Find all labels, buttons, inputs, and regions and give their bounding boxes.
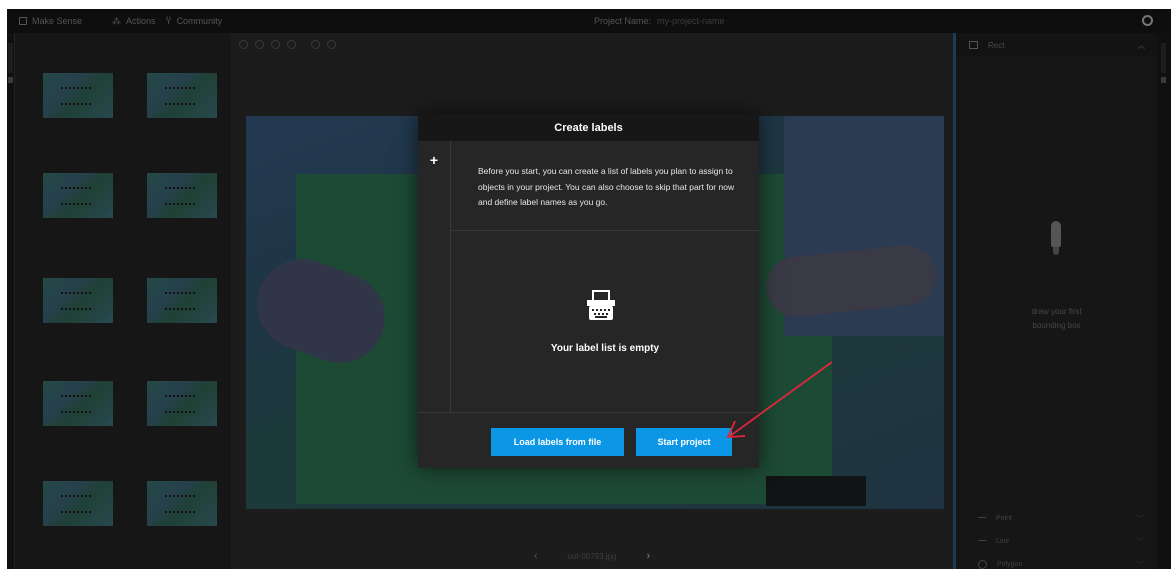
logo-icon — [19, 17, 27, 25]
image-thumbnail[interactable] — [43, 381, 113, 426]
github-icon[interactable] — [1142, 15, 1153, 26]
rect-label-header[interactable]: Rect ︿ — [956, 33, 1157, 57]
hand-icon[interactable] — [311, 39, 320, 49]
project-name-input[interactable]: my-project-name — [657, 16, 725, 26]
chevron-down-icon[interactable]: ﹀ — [1136, 560, 1143, 570]
image-navigation-bar: ‹ out-00793.jpg › — [231, 543, 953, 569]
actions-menu[interactable]: ⁂ Actions — [112, 16, 156, 27]
divider — [418, 412, 759, 413]
rect-label: Rect — [988, 40, 1005, 50]
image-filename: out-00793.jpg — [567, 551, 617, 561]
load-labels-button[interactable]: Load labels from file — [491, 428, 624, 456]
point-icon — [978, 516, 986, 521]
chevron-up-icon[interactable]: ︿ — [1137, 40, 1145, 51]
create-labels-dialog: Create labels + Before you start, you ca… — [418, 114, 759, 468]
empty-message-line: bounding box — [1032, 321, 1081, 330]
project-name: Project Name: my-project-name — [594, 16, 725, 26]
line-icon — [978, 539, 986, 544]
chevron-down-icon[interactable]: ﹀ — [1136, 514, 1143, 524]
image-thumbnail[interactable] — [147, 278, 217, 323]
label-toolbox-panel: Rect ︿ draw your first bounding box Poin… — [953, 33, 1157, 569]
typewriter-icon — [587, 290, 615, 320]
top-navigation-bar: Make Sense ⁂ Actions Ÿ Community Project… — [7, 9, 1171, 33]
image-thumbnail[interactable] — [43, 481, 113, 526]
polygon-icon — [978, 560, 987, 569]
previous-image-button[interactable]: ‹ — [534, 550, 538, 562]
empty-message-line: draw your first — [1031, 307, 1082, 316]
image-thumbnail[interactable] — [43, 278, 113, 323]
actions-label: Actions — [126, 16, 156, 26]
brand-label: Make Sense — [32, 16, 83, 26]
zoom-fit-icon[interactable] — [271, 39, 280, 49]
label-type-line[interactable]: Line ﹀ — [956, 530, 1157, 553]
divider — [451, 230, 759, 231]
label-type-point[interactable]: Point ﹀ — [956, 507, 1157, 530]
rect-icon — [969, 41, 978, 49]
empty-label-list-text: Your label list is empty — [550, 343, 660, 354]
image-thumbnail[interactable] — [147, 381, 217, 426]
community-menu[interactable]: Ÿ Community — [166, 16, 223, 26]
images-tab[interactable] — [8, 43, 13, 73]
panel-toggle-icon — [1161, 77, 1166, 83]
label-type-list: Point ﹀ Line ﹀ Polygon ﹀ — [956, 507, 1157, 569]
zoom-out-icon[interactable] — [255, 39, 264, 49]
crosshair-icon[interactable] — [327, 39, 336, 49]
image-thumbnail[interactable] — [147, 173, 217, 218]
project-name-label: Project Name: — [594, 16, 652, 26]
image-thumbnail[interactable] — [147, 73, 217, 118]
image-thumbnail-list — [15, 33, 231, 569]
community-label: Community — [176, 16, 223, 26]
dialog-description: Before you start, you can create a list … — [478, 166, 735, 207]
rocket-icon — [1048, 221, 1064, 257]
actions-icon: ⁂ — [112, 15, 122, 26]
image-thumbnail[interactable] — [147, 481, 217, 526]
zoom-in-icon[interactable] — [239, 39, 248, 49]
label-type-polygon[interactable]: Polygon ﹀ — [956, 553, 1157, 569]
next-image-button[interactable]: › — [646, 550, 650, 562]
labels-tab[interactable] — [1161, 43, 1166, 73]
image-thumbnail[interactable] — [43, 173, 113, 218]
dialog-sidebar: + — [418, 141, 451, 412]
add-label-button[interactable]: + — [428, 153, 440, 167]
start-project-button[interactable]: Start project — [636, 428, 732, 456]
chevron-down-icon[interactable]: ﹀ — [1136, 537, 1143, 547]
label-type-name: Polygon — [997, 561, 1023, 568]
right-panel-toggle[interactable] — [1157, 33, 1171, 569]
canvas-image-region — [766, 476, 866, 506]
left-panel-toggle[interactable] — [7, 33, 15, 569]
editor-toolbar — [231, 33, 953, 55]
community-icon: Ÿ — [165, 16, 172, 26]
image-thumbnail[interactable] — [43, 73, 113, 118]
brand[interactable]: Make Sense — [19, 16, 82, 26]
empty-annotations-message: draw your first bounding box — [956, 305, 1157, 333]
panel-toggle-icon — [8, 77, 13, 83]
zoom-max-icon[interactable] — [287, 39, 296, 49]
label-type-name: Line — [996, 538, 1010, 545]
dialog-title: Create labels — [418, 114, 759, 141]
label-type-name: Point — [996, 515, 1012, 522]
